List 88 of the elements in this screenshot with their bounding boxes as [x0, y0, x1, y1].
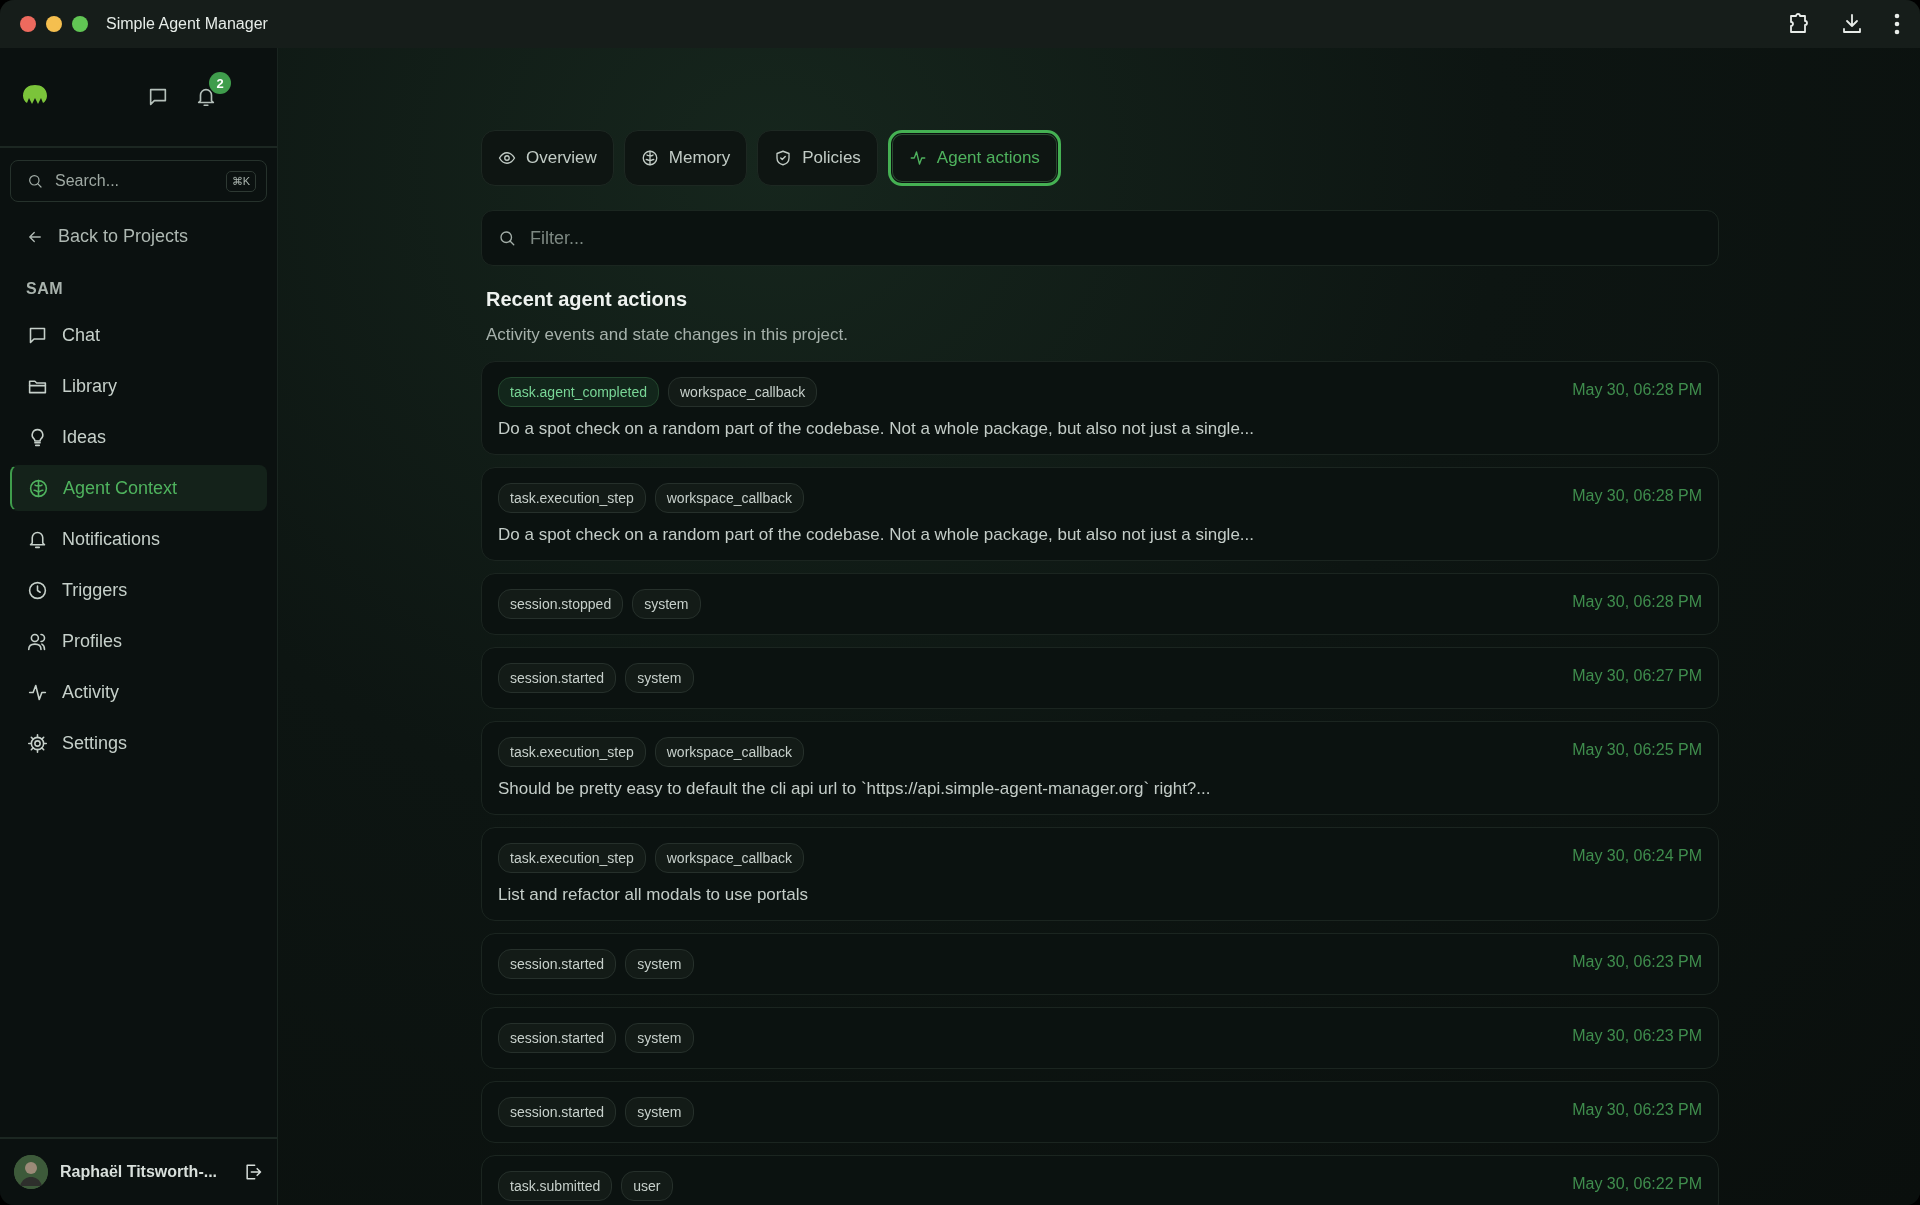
chat-icon: [147, 86, 169, 108]
window-title: Simple Agent Manager: [106, 15, 268, 33]
event-card[interactable]: task.execution_step workspace_callback May 30, 06:28 PM Do a spot check on a random part of the codebase. Not a whole package, but also not just a single...: [481, 467, 1719, 561]
logout-icon: [243, 1162, 263, 1182]
notification-badge: 2: [209, 72, 231, 94]
event-time: May 30, 06:25 PM: [1572, 741, 1702, 759]
eye-icon: [498, 149, 516, 167]
event-card[interactable]: task.execution_step workspace_callback May 30, 06:25 PM Should be pretty easy to default the cli api url to `https://api.simple-agent-manager.org` right?...: [481, 721, 1719, 815]
nav-item[interactable]: Activity: [10, 669, 267, 715]
event-card[interactable]: session.started system May 30, 06:27 PM: [481, 647, 1719, 709]
event-tag: task.submitted: [498, 1171, 613, 1201]
tab[interactable]: Policies: [757, 130, 878, 186]
event-message: Should be pretty easy to default the cli api url to `https://api.simple-agent-manager.org` right?...: [498, 779, 1212, 799]
nav-item[interactable]: Chat: [10, 312, 267, 358]
tab[interactable]: Memory: [623, 130, 748, 186]
nav-item[interactable]: Agent Context: [10, 465, 267, 511]
download-icon: [1840, 12, 1864, 36]
activity-icon: [908, 149, 927, 167]
event-card[interactable]: session.started system May 30, 06:23 PM: [481, 1007, 1719, 1069]
event-card[interactable]: session.started system May 30, 06:23 PM: [481, 1081, 1719, 1143]
event-card[interactable]: task.execution_step workspace_callback May 30, 06:24 PM List and refactor all modals to use portals: [481, 827, 1719, 921]
event-tag: system: [625, 663, 694, 693]
event-tag: task.execution_step: [498, 737, 646, 767]
event-tag: system: [625, 949, 694, 979]
event-tag: system: [625, 1023, 694, 1053]
event-message: Do a spot check on a random part of the codebase. Not a whole package, but also not just a single...: [498, 525, 1256, 545]
event-tag: workspace_callback: [654, 843, 805, 873]
section-title: Recent agent actions: [486, 288, 689, 311]
event-tag: workspace_callback: [668, 377, 818, 407]
event-tag: workspace_callback: [654, 737, 805, 767]
event-tag: system: [625, 1097, 694, 1127]
event-time: May 30, 06:22 PM: [1572, 1175, 1702, 1193]
brain-icon: [640, 149, 659, 167]
event-tag: user: [621, 1171, 673, 1201]
event-tag: task.execution_step: [498, 843, 646, 873]
event-time: May 30, 06:24 PM: [1572, 847, 1702, 865]
back-link[interactable]: Back to Projects: [26, 226, 277, 247]
more-icon[interactable]: [1894, 13, 1900, 35]
settings-icon: [27, 732, 48, 754]
close-button[interactable]: [20, 16, 36, 32]
filter-box[interactable]: Filter...: [481, 210, 1719, 266]
event-tag: session.stopped: [498, 589, 624, 619]
shortcut-key: ⌘K: [225, 170, 256, 192]
event-card[interactable]: task.submitted user May 30, 06:22 PM: [481, 1155, 1719, 1205]
event-tag: workspace_callback: [654, 483, 805, 513]
event-time: May 30, 06:23 PM: [1572, 1101, 1702, 1119]
search-field[interactable]: Search...: [53, 171, 216, 191]
event-message: Do a spot check on a random part of the codebase. Not a whole package, but also not just a single...: [498, 419, 1256, 439]
event-time: May 30, 06:28 PM: [1572, 593, 1702, 611]
event-time: May 30, 06:23 PM: [1572, 1027, 1702, 1045]
event-time: May 30, 06:23 PM: [1572, 953, 1702, 971]
user-name: Raphaël Titsworth-...: [60, 1163, 219, 1181]
tab[interactable]: Overview: [481, 130, 614, 186]
nav-item[interactable]: Settings: [10, 720, 267, 766]
clock-icon: [27, 579, 48, 601]
nav-item[interactable]: Profiles: [10, 618, 267, 664]
nav-item[interactable]: Library: [10, 363, 267, 409]
event-time: May 30, 06:27 PM: [1572, 667, 1702, 685]
search-box[interactable]: Search... ⌘K: [10, 160, 267, 202]
event-card[interactable]: task.agent_completed workspace_callback May 30, 06:28 PM Do a spot check on a random part of the codebase. Not a whole package, but also not just a single...: [481, 361, 1719, 455]
event-tag: task.agent_completed: [498, 377, 659, 407]
section-subtitle: Activity events and state changes in this project.: [486, 325, 849, 345]
search-icon: [27, 173, 43, 189]
shield-icon: [774, 149, 793, 167]
event-time: May 30, 06:28 PM: [1572, 487, 1702, 505]
nav-item[interactable]: Ideas: [10, 414, 267, 460]
event-message: List and refactor all modals to use portals: [498, 885, 809, 905]
event-tag: session.started: [498, 949, 617, 979]
nav-item[interactable]: Notifications: [10, 516, 267, 562]
avatar: [14, 1155, 48, 1189]
back-link-label: Back to Projects: [58, 226, 189, 247]
event-tag: session.started: [498, 663, 617, 693]
brain-icon: [28, 477, 49, 499]
minimize-button[interactable]: [46, 16, 62, 32]
nav-item[interactable]: Triggers: [10, 567, 267, 613]
filter-field[interactable]: Filter...: [528, 226, 1702, 250]
event-tag: system: [632, 589, 701, 619]
event-card[interactable]: session.stopped system May 30, 06:28 PM: [481, 573, 1719, 635]
event-card[interactable]: session.started system May 30, 06:23 PM: [481, 933, 1719, 995]
event-tag: session.started: [498, 1097, 617, 1127]
event-time: May 30, 06:28 PM: [1572, 381, 1702, 399]
search-icon: [498, 229, 516, 247]
tab[interactable]: Agent actions: [887, 130, 1061, 186]
section-label: SAM: [26, 280, 65, 298]
event-tag: task.execution_step: [498, 483, 646, 513]
bell-icon: [195, 86, 217, 108]
event-tag: session.started: [498, 1023, 617, 1053]
zoom-button[interactable]: [72, 16, 88, 32]
